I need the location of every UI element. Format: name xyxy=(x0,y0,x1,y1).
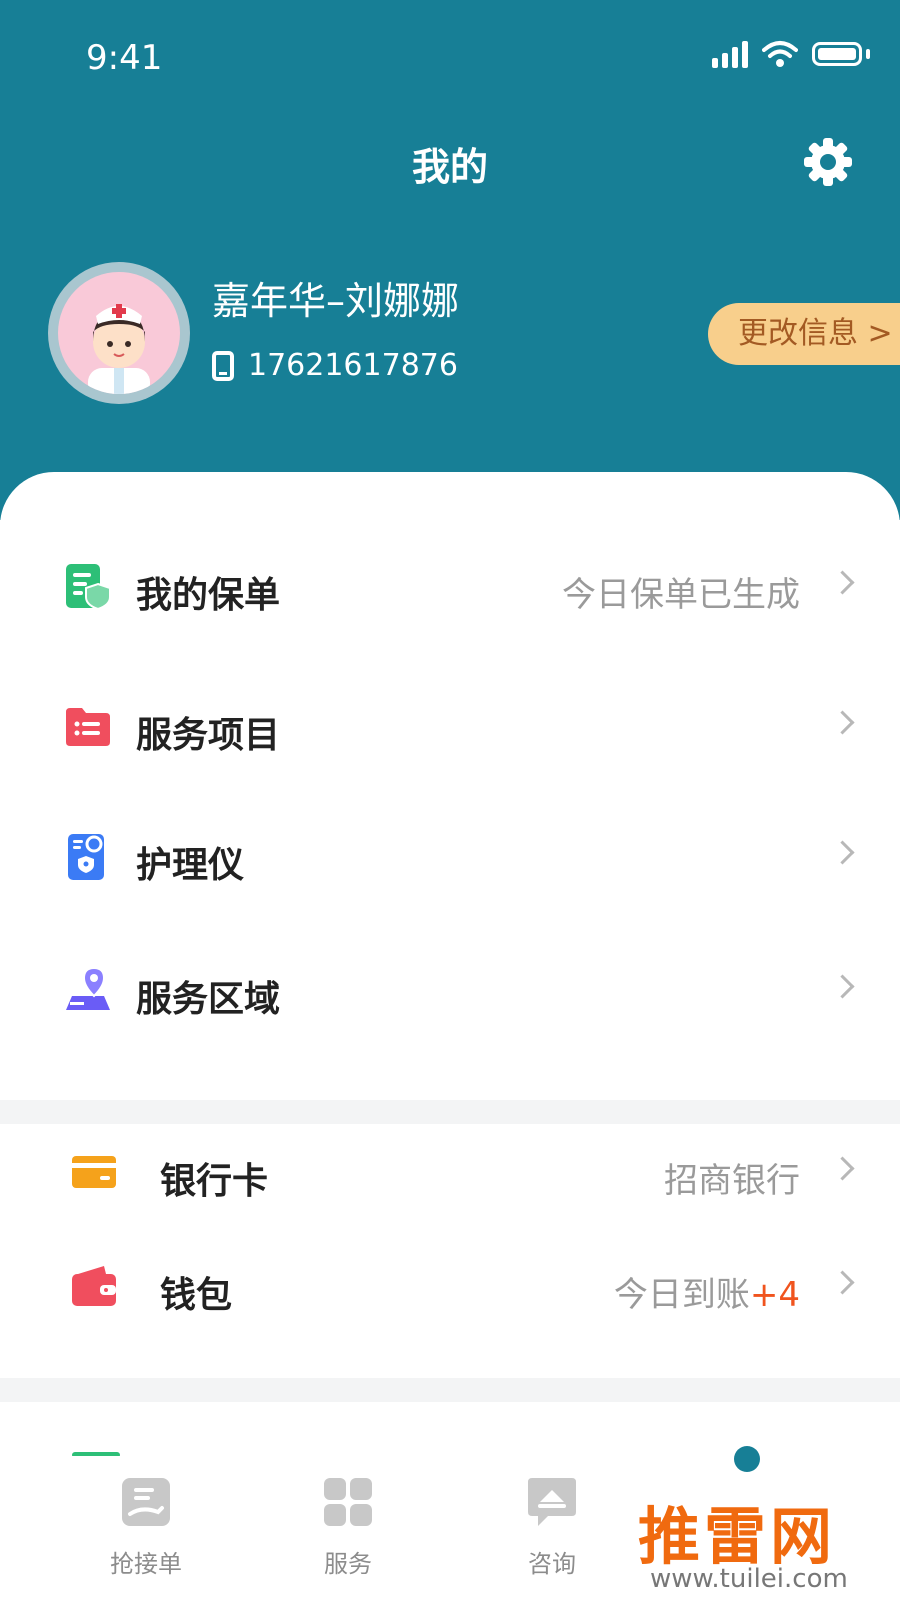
nurse-avatar-icon xyxy=(88,304,150,394)
tab-label: 咨询 xyxy=(528,1550,576,1578)
wifi-icon xyxy=(762,41,798,67)
chat-icon xyxy=(528,1478,576,1526)
phone-row: 17621617876 xyxy=(212,348,458,383)
menu-item-label: 服务区域 xyxy=(136,979,281,1020)
phone-icon xyxy=(212,350,234,381)
menu-item-wallet[interactable]: 钱包 今日到账+4 xyxy=(0,1236,900,1336)
tab-service[interactable]: 服务 xyxy=(288,1456,408,1579)
chevron-right-icon xyxy=(830,1270,855,1295)
watermark-logo-text: 推雷网 xyxy=(638,1500,837,1573)
chevron-right-icon xyxy=(830,974,855,999)
signal-icon xyxy=(712,40,748,68)
card-icon xyxy=(72,1156,116,1188)
profile-header: 9:41 我的 嘉年华–刘娜娜 17621617876 更改信息 > xyxy=(0,0,900,520)
menu-item-policy[interactable]: 我的保单 今日保单已生成 xyxy=(0,536,900,636)
wallet-value-highlight: +4 xyxy=(749,1275,800,1315)
tab-mine-indicator-partial xyxy=(734,1446,760,1472)
chevron-right-icon xyxy=(830,840,855,865)
policy-icon xyxy=(66,564,111,610)
menu-item-value: 招商银行 xyxy=(664,1161,800,1201)
watermark: 推雷网 www.tuilei.com xyxy=(630,1480,900,1600)
menu-item-bank-card[interactable]: 银行卡 招商银行 xyxy=(0,1122,900,1222)
user-name: 嘉年华–刘娜娜 xyxy=(212,279,460,323)
status-icons xyxy=(712,40,870,68)
menu-item-label: 我的保单 xyxy=(136,575,281,616)
chevron-right-icon xyxy=(830,710,855,735)
tab-grab-order[interactable]: 抢接单 xyxy=(86,1456,206,1579)
device-icon xyxy=(68,834,104,880)
menu-card: 我的保单 今日保单已生成 服务项目 护理仪 服务区域 银行卡 招商银行 钱包 今… xyxy=(0,472,900,1600)
grab-order-icon xyxy=(122,1478,170,1526)
location-icon xyxy=(66,966,110,1010)
tab-consult[interactable]: 咨询 xyxy=(492,1456,612,1579)
page-title: 我的 xyxy=(411,145,488,189)
tab-label: 服务 xyxy=(324,1550,372,1578)
phone-number: 17621617876 xyxy=(248,348,458,383)
tab-label: 抢接单 xyxy=(110,1550,182,1578)
section-divider xyxy=(0,1100,900,1124)
status-time: 9:41 xyxy=(86,38,163,78)
menu-item-label: 服务项目 xyxy=(136,715,281,756)
menu-item-label: 银行卡 xyxy=(160,1161,269,1202)
menu-item-care-device[interactable]: 护理仪 xyxy=(0,806,900,906)
gear-icon[interactable] xyxy=(800,134,856,190)
chevron-right-icon xyxy=(830,570,855,595)
menu-item-value: 今日到账+4 xyxy=(614,1267,800,1316)
menu-item-label: 钱包 xyxy=(160,1275,233,1316)
wallet-icon xyxy=(72,1266,116,1306)
grid-icon xyxy=(324,1478,372,1526)
battery-icon xyxy=(812,42,862,66)
wallet-value-text: 今日到账 xyxy=(613,1275,750,1315)
folder-icon xyxy=(66,708,110,746)
section-divider xyxy=(0,1378,900,1402)
watermark-url: www.tuilei.com xyxy=(650,1564,848,1594)
edit-info-button[interactable]: 更改信息 > xyxy=(708,303,900,365)
avatar[interactable] xyxy=(48,262,190,404)
menu-item-label: 护理仪 xyxy=(136,845,245,886)
chevron-right-icon xyxy=(830,1156,855,1181)
menu-item-service-items[interactable]: 服务项目 xyxy=(0,676,900,776)
menu-item-value: 今日保单已生成 xyxy=(562,575,800,615)
menu-item-service-area[interactable]: 服务区域 xyxy=(0,940,900,1040)
